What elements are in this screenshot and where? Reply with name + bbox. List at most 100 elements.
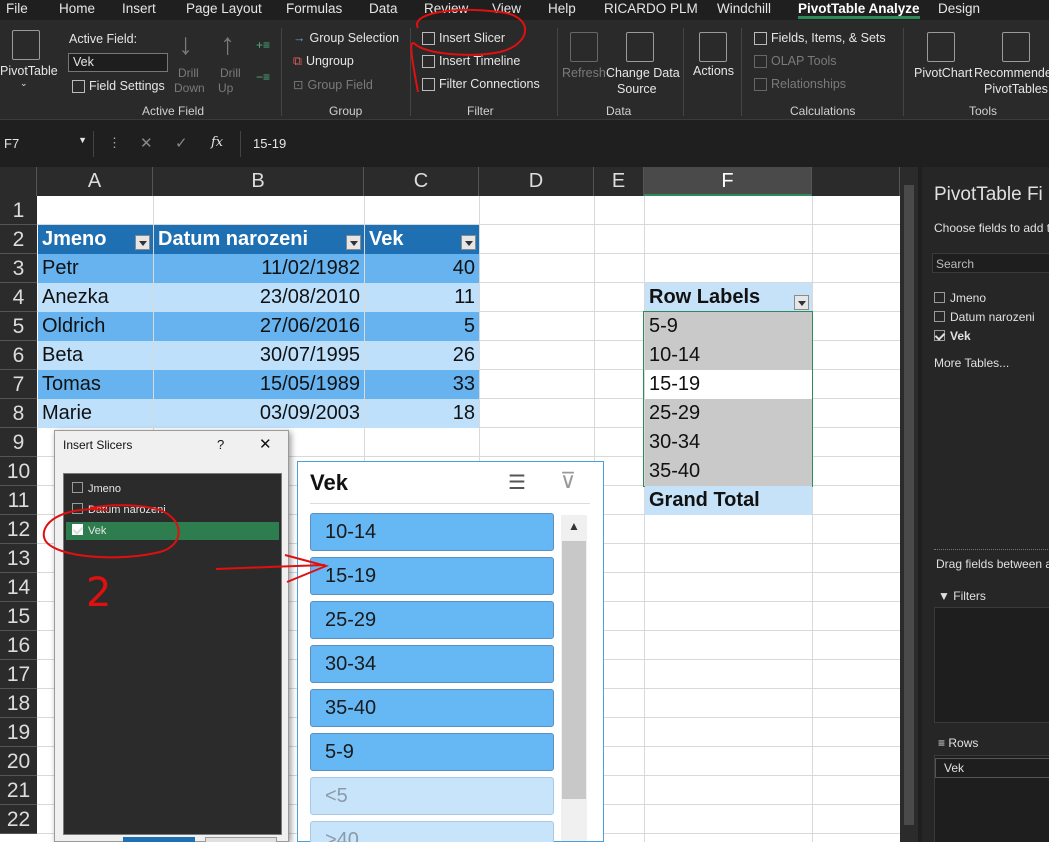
slicer-scrollbar[interactable]: ▲	[561, 515, 587, 841]
row-header[interactable]: 14	[0, 573, 37, 602]
table-cell[interactable]: 40	[365, 254, 479, 283]
slicer-field-jmeno[interactable]: Jmeno	[66, 480, 279, 498]
tab-home[interactable]: Home	[59, 1, 95, 16]
table-cell[interactable]: 33	[365, 370, 479, 399]
multi-select-icon[interactable]: ☰	[508, 470, 526, 495]
field-item-datum[interactable]: Datum narozeni	[934, 310, 1035, 324]
row-header[interactable]: 8	[0, 399, 37, 428]
table-cell[interactable]: Beta	[38, 341, 153, 370]
tab-insert[interactable]: Insert	[122, 1, 156, 16]
row-header[interactable]: 4	[0, 283, 37, 312]
row-header[interactable]: 16	[0, 631, 37, 660]
group-field-button[interactable]: ⊡ Group Field	[293, 77, 373, 92]
table-cell[interactable]: Tomas	[38, 370, 153, 399]
column-header-d[interactable]: D	[479, 167, 594, 196]
column-header-b[interactable]: B	[153, 167, 364, 196]
tab-data[interactable]: Data	[369, 1, 398, 16]
row-header[interactable]: 17	[0, 660, 37, 689]
insert-timeline-button[interactable]: Insert Timeline	[422, 54, 520, 69]
row-header[interactable]: 13	[0, 544, 37, 573]
table-header-jmeno[interactable]: Jmeno	[38, 225, 153, 254]
column-header-a[interactable]: A	[37, 167, 153, 196]
row-header[interactable]: 15	[0, 602, 37, 631]
filter-dropdown-button[interactable]	[346, 235, 361, 250]
slicer-item[interactable]: 15-19	[310, 557, 554, 595]
table-cell[interactable]: 03/09/2003	[154, 399, 364, 428]
ungroup-button[interactable]: ⧉ Ungroup	[293, 54, 354, 69]
drill-up-button-l2[interactable]: Up	[218, 81, 233, 95]
collapse-field-icon[interactable]: −≡	[256, 70, 270, 84]
slicer-item[interactable]: 35-40	[310, 689, 554, 727]
field-settings-button[interactable]: Field Settings	[72, 79, 165, 94]
checkbox[interactable]	[72, 503, 83, 514]
checkbox[interactable]	[934, 311, 945, 322]
row-header[interactable]: 10	[0, 457, 37, 486]
group-selection-button[interactable]: → Group Selection	[293, 31, 399, 45]
row-header[interactable]: 1	[0, 196, 37, 225]
row-header[interactable]: 9	[0, 428, 37, 457]
table-cell[interactable]: 15/05/1989	[154, 370, 364, 399]
row-header[interactable]: 3	[0, 254, 37, 283]
field-item-jmeno[interactable]: Jmeno	[934, 291, 986, 305]
scrollbar-thumb[interactable]	[562, 541, 586, 799]
column-header-f[interactable]: F	[644, 167, 812, 196]
table-cell[interactable]: 27/06/2016	[154, 312, 364, 341]
row-header[interactable]: 2	[0, 225, 37, 254]
select-all-corner[interactable]	[0, 167, 37, 196]
name-box[interactable]: F7 ▼	[0, 131, 94, 157]
formula-input[interactable]: 15-19	[240, 131, 1049, 157]
filter-dropdown-button[interactable]	[461, 235, 476, 250]
ok-button[interactable]	[123, 837, 195, 842]
pivot-grand-total[interactable]: Grand Total	[645, 486, 812, 515]
slicer-item[interactable]: 5-9	[310, 733, 554, 771]
table-cell[interactable]: Petr	[38, 254, 153, 283]
column-header-e[interactable]: E	[594, 167, 644, 196]
table-cell[interactable]: 23/08/2010	[154, 283, 364, 312]
row-header[interactable]: 20	[0, 747, 37, 776]
tab-design[interactable]: Design	[938, 1, 980, 16]
active-field-input[interactable]: Vek	[68, 53, 168, 72]
table-cell[interactable]: Marie	[38, 399, 153, 428]
relationships-button[interactable]: Relationships	[754, 77, 846, 92]
olap-tools-button[interactable]: OLAP Tools	[754, 54, 837, 69]
table-cell[interactable]: 30/07/1995	[154, 341, 364, 370]
tab-page-layout[interactable]: Page Layout	[186, 1, 262, 16]
more-tables-link[interactable]: More Tables...	[934, 356, 1009, 370]
slicer-field-vek[interactable]: Vek	[66, 522, 279, 540]
table-header-vek[interactable]: Vek	[365, 225, 479, 254]
filter-dropdown-button[interactable]	[794, 295, 809, 310]
scrollbar-thumb[interactable]	[904, 185, 914, 825]
row-header[interactable]: 21	[0, 776, 37, 805]
cancel-button[interactable]	[205, 837, 277, 842]
change-data-source-l1[interactable]: Change Data	[606, 66, 680, 80]
actions-button[interactable]: Actions	[693, 64, 734, 78]
table-cell[interactable]: 11/02/1982	[154, 254, 364, 283]
close-icon[interactable]: ✕	[259, 435, 272, 453]
recommended-pivottables-l1[interactable]: Recommended	[974, 66, 1049, 80]
table-cell[interactable]: 18	[365, 399, 479, 428]
table-cell[interactable]: 5	[365, 312, 479, 341]
pivot-row-labels-header[interactable]: Row Labels	[645, 283, 812, 312]
drill-up-button-l1[interactable]: Drill	[220, 66, 241, 80]
table-cell[interactable]: Anezka	[38, 283, 153, 312]
slicer-item-nodata[interactable]: <5	[310, 777, 554, 815]
filter-connections-button[interactable]: Filter Connections	[422, 77, 540, 92]
fx-icon[interactable]: fx	[211, 135, 223, 150]
field-item-vek[interactable]: Vek	[934, 329, 971, 343]
row-header[interactable]: 12	[0, 515, 37, 544]
refresh-button[interactable]: Refresh	[562, 66, 606, 80]
tab-view[interactable]: View	[492, 1, 521, 16]
tab-review[interactable]: Review	[424, 1, 468, 16]
insert-slicer-button[interactable]: Insert Slicer	[422, 31, 505, 46]
checkbox-checked[interactable]	[72, 524, 83, 535]
row-header[interactable]: 19	[0, 718, 37, 747]
tab-ricardo-plm[interactable]: RICARDO PLM	[604, 1, 698, 16]
expand-field-icon[interactable]: +≡	[256, 38, 270, 52]
pivottable-button[interactable]: PivotTable	[0, 64, 58, 78]
slicer-item[interactable]: 10-14	[310, 513, 554, 551]
fields-items-sets-button[interactable]: Fields, Items, & Sets	[754, 31, 886, 46]
table-cell[interactable]: 26	[365, 341, 479, 370]
slicer-item[interactable]: 25-29	[310, 601, 554, 639]
rows-drop-area[interactable]: Vek	[934, 755, 1049, 842]
row-header[interactable]: 6	[0, 341, 37, 370]
